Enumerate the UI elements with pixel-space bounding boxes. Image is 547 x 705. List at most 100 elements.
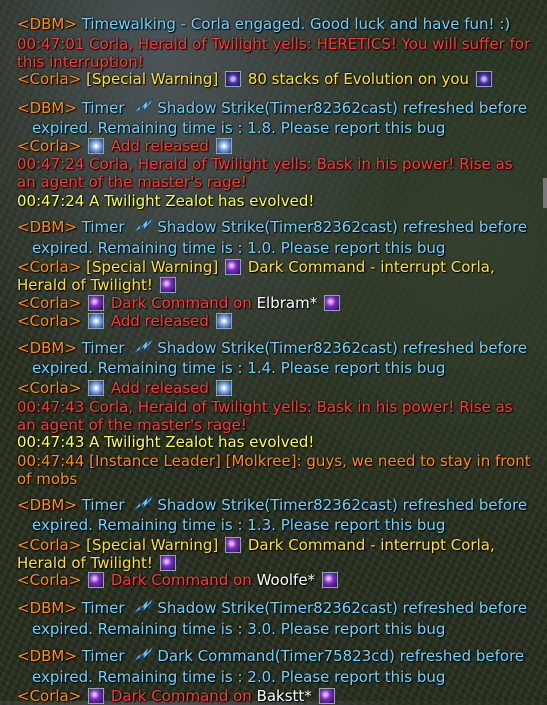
chat-message: 00:47:24 Corla, Herald of Twilight yells… <box>17 155 532 191</box>
chat-message: 00:47:43 A Twilight Zealot has evolved! <box>17 433 532 451</box>
shadow-strike-icon <box>133 494 154 512</box>
message-text[interactable]: <Corla> <box>17 379 81 397</box>
chat-scrollbar[interactable] <box>543 178 547 208</box>
message-text: Shadow Strike(Timer82362cast) refreshed … <box>157 218 528 236</box>
dark-command-icon <box>159 277 176 293</box>
message-text: expired. Remaining time is : 1.0. Please… <box>32 239 446 257</box>
chat-message: <Corla> Dark Command on Elbram* <box>17 294 532 312</box>
message-text <box>81 379 86 397</box>
message-text[interactable]: <DBM> <box>17 599 77 617</box>
message-text: expired. Remaining time is : 1.3. Please… <box>32 516 446 534</box>
chat-message: expired. Remaining time is : 2.0. Please… <box>17 668 547 686</box>
star-icon <box>215 138 232 154</box>
chat-message: <DBM> Timer Shadow Strike(Timer82362cast… <box>17 336 532 357</box>
star-icon <box>88 380 105 396</box>
dark-command-icon <box>88 572 105 588</box>
message-text[interactable]: <DBM> <box>17 218 77 236</box>
star-icon <box>88 313 105 329</box>
chat-message: <Corla> Dark Command on Bakstt* <box>17 687 532 705</box>
message-text <box>81 571 86 589</box>
message-text: 00:47:01 Corla, Herald of Twilight yells… <box>17 35 531 71</box>
chat-message: <DBM> Timer Shadow Strike(Timer82362cast… <box>17 596 532 617</box>
message-text[interactable]: <DBM> <box>17 496 77 514</box>
shadow-strike-icon <box>133 97 154 115</box>
message-text <box>315 571 320 589</box>
message-text[interactable]: <Corla> <box>17 687 81 705</box>
message-text: Dark Command(Timer75823cd) refreshed bef… <box>157 647 525 665</box>
message-text[interactable]: <Corla> <box>17 536 81 554</box>
message-text: Shadow Strike(Timer82362cast) refreshed … <box>157 99 528 117</box>
star-icon <box>215 313 232 329</box>
chat-message: expired. Remaining time is : 3.0. Please… <box>17 620 547 638</box>
dark-command-icon <box>321 572 338 588</box>
message-text <box>81 137 86 155</box>
message-text[interactable]: <Corla> <box>17 137 81 155</box>
message-text[interactable]: <Corla> <box>17 312 81 330</box>
message-text: Timer <box>76 496 130 514</box>
chat-message: <Corla> Dark Command on Woolfe* <box>17 571 532 589</box>
message-text[interactable]: 00:47:44 [Instance Leader] [Molkree]: gu… <box>17 452 531 488</box>
chat-message: 00:47:43 Corla, Herald of Twilight yells… <box>17 398 532 434</box>
message-text[interactable]: <Corla> <box>17 571 81 589</box>
dark-command-icon <box>225 259 242 275</box>
dark-command-icon <box>88 295 105 311</box>
message-text: [Special Warning] <box>81 536 224 554</box>
message-text[interactable]: <DBM> <box>17 99 77 117</box>
message-text: Timer <box>76 647 130 665</box>
message-text: [Special Warning] <box>81 70 224 88</box>
message-text[interactable]: <Corla> <box>17 258 81 276</box>
message-text: 00:47:43 Corla, Herald of Twilight yells… <box>17 398 513 434</box>
message-text: expired. Remaining time is : 1.8. Please… <box>32 119 446 137</box>
chat-message: expired. Remaining time is : 1.0. Please… <box>17 239 547 257</box>
message-text: expired. Remaining time is : 1.4. Please… <box>32 359 446 377</box>
chat-message: expired. Remaining time is : 1.8. Please… <box>17 119 547 137</box>
message-text[interactable]: <Corla> <box>17 70 81 88</box>
dark-command-icon <box>318 688 335 704</box>
message-text: expired. Remaining time is : 2.0. Please… <box>32 668 446 686</box>
message-text[interactable]: <DBM> <box>17 647 77 665</box>
message-text: Timer <box>76 339 130 357</box>
shadow-strike-icon <box>133 216 154 234</box>
message-text[interactable]: Woolfe* <box>257 571 315 589</box>
shadow-strike-icon <box>133 337 154 355</box>
message-text <box>81 687 86 705</box>
message-text: Add released <box>106 137 214 155</box>
chat-message: 00:47:24 A Twilight Zealot has evolved! <box>17 192 532 210</box>
message-text: 80 stacks of Evolution on you <box>243 70 474 88</box>
star-icon <box>88 138 105 154</box>
message-text: expired. Remaining time is : 3.0. Please… <box>32 620 446 638</box>
message-text[interactable]: <Corla> <box>17 294 81 312</box>
chat-message: <Corla> Add released <box>17 312 532 330</box>
chat-message: 00:47:44 [Instance Leader] [Molkree]: gu… <box>17 452 532 488</box>
shadow-strike-icon <box>133 645 154 663</box>
message-text: Shadow Strike(Timer82362cast) refreshed … <box>157 339 528 357</box>
chat-message: <DBM> Timer Shadow Strike(Timer82362cast… <box>17 96 532 117</box>
message-text: Dark Command on <box>106 687 257 705</box>
chat-message: <Corla> Add released <box>17 137 532 155</box>
message-text: Add released <box>106 379 214 397</box>
message-text <box>81 294 86 312</box>
message-text: Shadow Strike(Timer82362cast) refreshed … <box>157 496 528 514</box>
chat-message: <DBM> Timewalking - Corla engaged. Good … <box>17 15 532 33</box>
evolution-icon <box>225 71 242 87</box>
message-text[interactable]: <DBM> <box>17 15 77 33</box>
message-text: 00:47:24 A Twilight Zealot has evolved! <box>17 192 315 210</box>
chat-message: <Corla> [Special Warning] Dark Command -… <box>17 258 532 294</box>
dark-command-icon <box>88 688 105 704</box>
shadow-strike-icon <box>133 597 154 615</box>
chat-message: <DBM> Timer Dark Command(Timer75823cd) r… <box>17 644 532 665</box>
dark-command-icon <box>323 295 340 311</box>
message-text: Dark Command on <box>106 571 257 589</box>
evolution-icon <box>475 71 492 87</box>
message-text <box>81 312 86 330</box>
dark-command-icon <box>159 555 176 571</box>
message-text <box>312 687 317 705</box>
chat-message: <Corla> Add released <box>17 379 532 397</box>
message-text[interactable]: Elbram* <box>257 294 318 312</box>
chat-message: 00:47:01 Corla, Herald of Twilight yells… <box>17 35 532 71</box>
message-text: Timer <box>76 218 130 236</box>
message-text: Shadow Strike(Timer82362cast) refreshed … <box>157 599 528 617</box>
message-text: 00:47:24 Corla, Herald of Twilight yells… <box>17 155 513 191</box>
message-text[interactable]: <DBM> <box>17 339 77 357</box>
message-text[interactable]: Bakstt* <box>257 687 312 705</box>
